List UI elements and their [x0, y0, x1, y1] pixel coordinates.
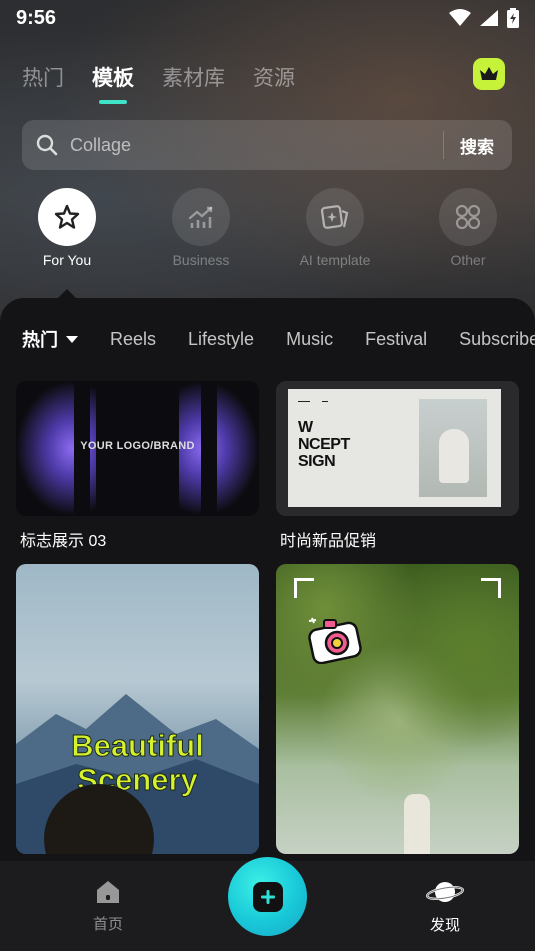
plus-icon-box [252, 881, 283, 912]
tab-hot[interactable]: 热门 [22, 62, 64, 102]
filter-label: 热门 [22, 330, 58, 350]
filter-lifestyle[interactable]: Lifestyle [188, 329, 254, 350]
filter-row: 热门 Reels Lifestyle Music Festival Subscr… [22, 326, 535, 352]
search-input[interactable] [70, 134, 427, 156]
crown-icon [480, 67, 498, 80]
search-button[interactable]: 搜索 [460, 133, 494, 158]
category-icon-circle [439, 188, 497, 246]
category-other[interactable]: Other [413, 188, 523, 268]
planet-icon [426, 881, 464, 902]
category-for-you[interactable]: For You [12, 188, 122, 268]
ai-card-icon [320, 205, 349, 229]
category-icon-circle [38, 188, 96, 246]
status-icons [449, 8, 519, 28]
create-button[interactable] [228, 857, 307, 936]
template-title: 时尚新品促销 [280, 533, 377, 550]
grid-icon [455, 204, 481, 230]
search-divider [443, 131, 444, 159]
category-icon-circle [172, 188, 230, 246]
nav-discover-label: 发现 [429, 916, 460, 934]
tab-templates[interactable]: 模板 [92, 62, 134, 102]
status-bar: 9:56 [0, 0, 535, 36]
caret-down-icon [66, 335, 78, 343]
category-icon-circle [306, 188, 364, 246]
star-icon [54, 204, 80, 229]
sheet-pointer [57, 289, 77, 299]
nav-discover[interactable]: 发现 [415, 878, 475, 935]
frame-corner-top-left [294, 578, 314, 598]
status-time: 9:56 [16, 6, 57, 29]
chart-icon [188, 206, 213, 228]
category-label: AI template [299, 252, 371, 268]
search-bar: 搜索 [22, 120, 512, 170]
category-label: Business [172, 252, 230, 268]
cellular-icon [480, 10, 498, 26]
camera-sticker-icon [308, 617, 362, 664]
template-card-fashion-promo[interactable]: W NCEPT SIGN [276, 381, 519, 516]
filter-festival[interactable]: Festival [365, 329, 427, 350]
poster-figure [439, 429, 469, 483]
scenery-title-line-1: Beautiful [71, 728, 205, 764]
frame-corner-top-right [481, 578, 501, 598]
filter-hot-dropdown[interactable]: 热门 [22, 326, 78, 352]
top-tabs: 热门 模板 素材库 资源 [22, 62, 295, 102]
template-card-nature-camera[interactable] [276, 564, 519, 854]
wifi-icon [449, 9, 471, 26]
search-icon [36, 134, 58, 156]
category-ai-template[interactable]: AI template [280, 188, 390, 268]
filter-reels[interactable]: Reels [110, 329, 156, 350]
card-overlay-text: YOUR LOGO/BRAND [80, 440, 195, 452]
card-overlay-text: W NCEPT SIGN [298, 419, 350, 470]
tab-resources[interactable]: 资源 [253, 62, 295, 102]
home-icon [97, 880, 119, 903]
category-business[interactable]: Business [146, 188, 256, 268]
category-label: For You [42, 252, 92, 268]
tab-material-library[interactable]: 素材库 [162, 62, 225, 102]
premium-button[interactable] [473, 58, 505, 90]
nav-home-label: 首页 [92, 915, 123, 933]
plus-icon [260, 889, 275, 904]
battery-charging-icon [507, 8, 519, 28]
filter-subscribe[interactable]: Subscribe [459, 329, 535, 350]
template-card-beautiful-scenery[interactable]: Beautiful Scenery [16, 564, 259, 854]
scenery-title-line-2: Scenery [77, 762, 199, 798]
poster-paper: W NCEPT SIGN [288, 389, 501, 507]
template-card-logo-reveal[interactable]: YOUR LOGO/BRAND [16, 381, 259, 516]
tree-foliage [276, 564, 519, 854]
filter-music[interactable]: Music [286, 329, 333, 350]
template-title: 标志展示 03 [20, 533, 107, 550]
category-row: For You Business AI template Other [0, 188, 535, 278]
nav-home[interactable]: 首页 [78, 879, 138, 934]
category-label: Other [450, 252, 486, 268]
walking-person [404, 794, 430, 854]
